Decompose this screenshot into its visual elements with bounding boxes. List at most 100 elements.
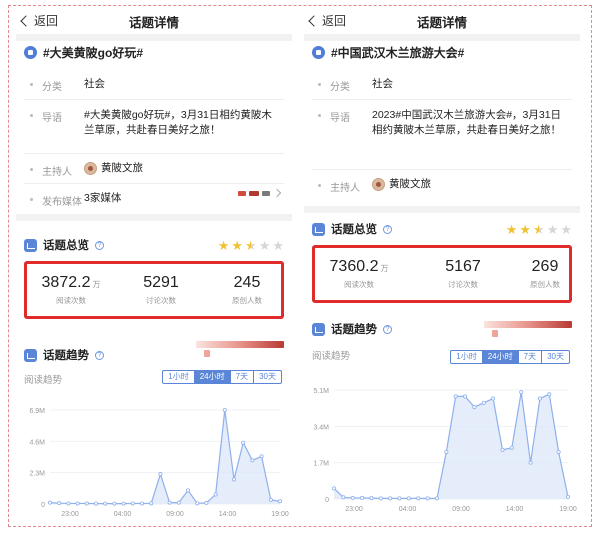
bullet-dot bbox=[318, 184, 321, 187]
originals-caption: 原创人数 bbox=[530, 280, 560, 289]
chart-svg: 0 1.7M 3.4M 5.1M 23:00 04:00 09:00 14:00 19:00 bbox=[313, 388, 576, 513]
data-point bbox=[48, 500, 53, 505]
range-30d[interactable]: 30天 bbox=[254, 371, 281, 383]
range-24h[interactable]: 24小时 bbox=[482, 351, 519, 363]
x-tick-label: 19:00 bbox=[271, 511, 289, 518]
page-title: 话题详情 bbox=[128, 16, 179, 30]
data-point bbox=[259, 454, 264, 459]
data-point bbox=[491, 396, 496, 401]
host-label: 主持人 bbox=[330, 183, 360, 194]
bullet-dot bbox=[30, 168, 33, 171]
x-tick-label: 14:00 bbox=[219, 511, 237, 518]
data-point bbox=[519, 390, 524, 395]
data-point bbox=[158, 472, 163, 477]
reads-value: 3872.2 bbox=[41, 274, 91, 291]
originals-value: 245 bbox=[233, 274, 261, 291]
star-icon: ★ bbox=[217, 238, 230, 253]
range-7d[interactable]: 7天 bbox=[231, 371, 255, 383]
data-point bbox=[378, 496, 383, 501]
data-point bbox=[397, 496, 402, 501]
data-point bbox=[121, 501, 126, 506]
originals-stat: 269 原创人数 bbox=[505, 258, 580, 290]
bullet-dot bbox=[318, 114, 321, 117]
nav-bar: 返回 话题详情 bbox=[16, 8, 292, 34]
intro-value: #大美黄陂go好玩#，3月31日相约黄陂木兰草原，共赴春日美好之旅！ bbox=[84, 109, 272, 136]
data-point bbox=[556, 449, 561, 454]
read-trend-label: 阅读趋势 bbox=[312, 351, 351, 362]
category-value: 社会 bbox=[84, 78, 105, 90]
chart-icon bbox=[24, 348, 37, 362]
discussions-caption: 讨论次数 bbox=[448, 280, 478, 289]
trend-header: 话题趋势 ? bbox=[312, 320, 572, 338]
star-icon: ★ bbox=[519, 222, 532, 237]
media-row[interactable]: 发布媒体 3家媒体 bbox=[24, 184, 284, 214]
range-30d[interactable]: 30天 bbox=[542, 351, 569, 363]
topic-header: #中国武汉木兰旅游大会# bbox=[312, 42, 572, 62]
category-row: 分类 社会 bbox=[24, 70, 284, 100]
host-value[interactable]: 黄陂文旅 bbox=[84, 161, 278, 176]
media-label: 发布媒体 bbox=[42, 197, 82, 208]
chart-icon bbox=[312, 222, 325, 236]
range-24h[interactable]: 24小时 bbox=[194, 371, 231, 383]
data-point bbox=[388, 496, 393, 501]
star-icon: ★ bbox=[505, 222, 518, 237]
help-icon[interactable]: ? bbox=[95, 240, 104, 250]
trend-title: 话题趋势 bbox=[331, 324, 377, 336]
y-tick-label: 0 bbox=[325, 497, 329, 504]
topic-header: #大美黄陂go好玩# bbox=[24, 42, 284, 62]
range-1h[interactable]: 1小时 bbox=[451, 351, 483, 363]
y-tick-label: 4.6M bbox=[29, 439, 45, 446]
data-point bbox=[481, 400, 486, 405]
phone-left: 返回 话题详情 #大美黄陂go好玩# 分类 社会 导语 #大美黄陂go好玩#，3… bbox=[16, 8, 292, 520]
range-1h[interactable]: 1小时 bbox=[163, 371, 195, 383]
data-point bbox=[472, 405, 477, 410]
range-7d[interactable]: 7天 bbox=[519, 351, 543, 363]
data-point bbox=[222, 407, 227, 412]
bullet-dot bbox=[30, 114, 33, 117]
read-trend-chart: 0 1.7M 3.4M 5.1M 23:00 04:00 09:00 14:00 19:00 bbox=[304, 370, 580, 515]
y-tick-label: 5.1M bbox=[313, 388, 329, 395]
originals-caption: 原创人数 bbox=[232, 296, 262, 305]
data-point bbox=[528, 460, 533, 465]
category-label: 分类 bbox=[42, 82, 62, 93]
media-logo bbox=[238, 191, 246, 196]
data-point bbox=[406, 496, 411, 501]
intro-label: 导语 bbox=[330, 113, 350, 124]
data-point bbox=[331, 486, 336, 491]
data-point bbox=[84, 501, 89, 506]
rating-stars: ★ ★ ★ ★ ★ bbox=[218, 238, 284, 254]
reads-unit: 万 bbox=[380, 264, 389, 273]
data-point bbox=[185, 488, 190, 493]
category-row: 分类 社会 bbox=[312, 70, 572, 100]
reads-unit: 万 bbox=[92, 280, 101, 289]
bullet-dot bbox=[30, 198, 33, 201]
reads-caption: 阅读次数 bbox=[56, 296, 86, 305]
data-point bbox=[57, 501, 62, 506]
intro-row: 导语 #大美黄陂go好玩#，3月31日相约黄陂木兰草原，共赴春日美好之旅！ bbox=[24, 100, 284, 154]
divider bbox=[16, 214, 292, 221]
data-point bbox=[500, 447, 505, 452]
help-icon[interactable]: ? bbox=[95, 350, 104, 360]
discussions-stat: 5167 讨论次数 bbox=[423, 258, 503, 290]
data-point bbox=[176, 500, 181, 505]
reads-stat: 7360.2 万 阅读次数 bbox=[319, 258, 399, 290]
data-point bbox=[268, 497, 273, 502]
x-tick-label: 09:00 bbox=[166, 511, 184, 518]
host-row: 主持人 黄陂文旅 bbox=[312, 170, 572, 200]
host-value[interactable]: 黄陂文旅 bbox=[372, 177, 566, 192]
intro-row: 导语 2023#中国武汉木兰旅游大会#，3月31日相约黄陂木兰草原，共赴春日美好… bbox=[312, 100, 572, 170]
help-icon[interactable]: ? bbox=[383, 324, 392, 334]
data-point bbox=[350, 495, 355, 500]
chart-icon bbox=[312, 322, 325, 336]
avatar bbox=[84, 161, 97, 175]
divider bbox=[304, 34, 580, 41]
x-tick-label: 04:00 bbox=[114, 511, 132, 518]
avatar bbox=[372, 177, 385, 191]
data-point bbox=[167, 500, 172, 505]
data-point bbox=[149, 501, 154, 506]
star-icon: ★ bbox=[560, 222, 572, 237]
media-logo bbox=[262, 191, 270, 196]
topic-icon bbox=[24, 45, 37, 59]
help-icon[interactable]: ? bbox=[383, 224, 392, 234]
divider bbox=[304, 206, 580, 213]
